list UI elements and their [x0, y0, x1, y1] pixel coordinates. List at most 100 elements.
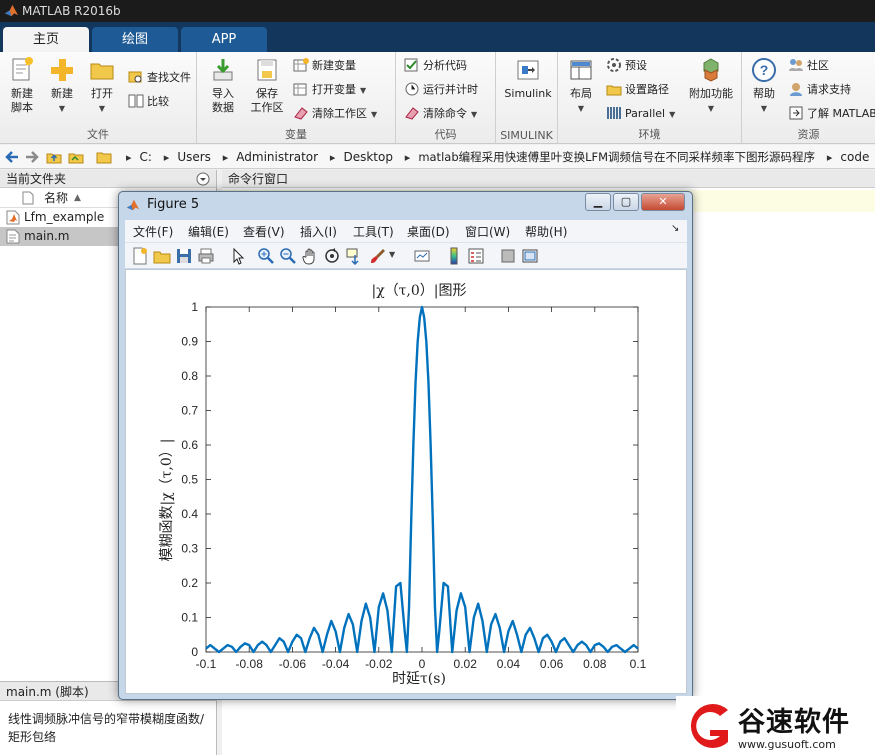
rotate-icon[interactable] — [323, 247, 341, 265]
find-files-button[interactable]: 查找文件 — [128, 68, 191, 88]
y-tick-label: 0.6 — [181, 438, 198, 452]
back-arrow-icon[interactable] — [4, 149, 20, 165]
compare-button[interactable]: 比较 — [128, 92, 169, 112]
y-axis-label: 模糊函数|χ（τ,0）| — [159, 438, 175, 561]
preferences-button[interactable]: 预设 — [606, 56, 647, 76]
tab-apps[interactable]: APP — [181, 27, 267, 52]
new-variable-button[interactable]: 新建变量 — [293, 56, 356, 76]
menu-tools[interactable]: 工具(T) — [353, 223, 394, 240]
x-tick-label: 0.08 — [583, 657, 607, 671]
hide-plot-tools-icon[interactable] — [499, 247, 517, 265]
new-button[interactable]: 新建 ▼ — [44, 56, 80, 116]
breadcrumb-item[interactable]: Administrator — [236, 150, 318, 164]
simulink-button[interactable]: Simulink — [502, 56, 554, 101]
x-tick-label: 0.06 — [540, 657, 564, 671]
current-folder-header: 当前文件夹 — [0, 170, 216, 188]
support-icon — [790, 83, 802, 96]
ribbon-group-resources: ? 帮助 ▼ 社区 请求支持 了解 MATLAB 资源 — [742, 52, 875, 144]
file-name: main.m — [24, 229, 70, 243]
breadcrumb-item[interactable]: C: — [140, 150, 152, 164]
y-tick-label: 0.1 — [181, 611, 198, 625]
close-button[interactable]: ✕ — [641, 193, 685, 211]
community-icon — [789, 59, 803, 71]
clear-commands-icon — [405, 107, 419, 120]
layout-icon — [570, 60, 592, 80]
set-path-button[interactable]: 设置路径 — [606, 80, 669, 100]
tab-plots[interactable]: 绘图 — [92, 27, 178, 52]
help-button[interactable]: ? 帮助 ▼ — [746, 56, 782, 116]
link-plot-icon[interactable] — [413, 247, 431, 265]
analyze-code-button[interactable]: 分析代码 — [404, 56, 467, 76]
menu-insert[interactable]: 插入(I) — [300, 223, 337, 240]
add-ons-icon — [703, 58, 719, 82]
save-workspace-button[interactable]: 保存 工作区 — [247, 56, 287, 115]
brush-icon[interactable] — [369, 247, 387, 265]
brand-logo-icon — [690, 704, 728, 748]
data-cursor-icon[interactable] — [345, 247, 363, 265]
run-and-time-button[interactable]: 运行并计时 — [404, 80, 478, 100]
parallel-icon — [607, 107, 621, 119]
y-tick-label: 0.2 — [181, 576, 198, 590]
zoom-out-icon[interactable] — [279, 247, 297, 265]
save-icon[interactable] — [175, 247, 193, 265]
analyze-code-icon — [404, 58, 418, 72]
menu-file[interactable]: 文件(F) — [133, 223, 173, 240]
browse-folder-icon[interactable] — [68, 149, 84, 165]
show-plot-tools-icon[interactable] — [521, 247, 539, 265]
ribbon-group-code: 分析代码 运行并计时 清除命令 ▼ 代码 — [396, 52, 496, 144]
forward-arrow-icon[interactable] — [24, 149, 40, 165]
new-figure-icon[interactable] — [131, 247, 149, 265]
breadcrumb-item[interactable]: Users — [177, 150, 211, 164]
request-support-button[interactable]: 请求支持 — [788, 80, 851, 100]
zoom-in-icon[interactable] — [257, 247, 275, 265]
panel-menu-icon[interactable] — [196, 172, 210, 186]
menu-desktop[interactable]: 桌面(D) — [407, 223, 450, 240]
save-workspace-icon — [257, 59, 277, 81]
tab-home[interactable]: 主页 — [3, 27, 89, 52]
clear-commands-button[interactable]: 清除命令 ▼ — [404, 104, 477, 124]
ribbon-group-variable: 导入 数据 保存 工作区 新建变量 打开变量 ▼ 清除工作区 ▼ 变量 — [197, 52, 396, 144]
breadcrumb-item[interactable]: Desktop — [343, 150, 393, 164]
up-folder-icon[interactable] — [46, 149, 62, 165]
parallel-button[interactable]: Parallel ▼ — [606, 104, 675, 124]
y-tick-label: 0.3 — [181, 542, 198, 556]
x-tick-label: 0.04 — [497, 657, 521, 671]
x-axis-label: 时延τ(s) — [392, 671, 446, 687]
colorbar-icon[interactable] — [445, 247, 463, 265]
menu-view[interactable]: 查看(V) — [243, 223, 285, 240]
chevron-down-icon[interactable]: ▼ — [389, 250, 395, 259]
breadcrumb-item[interactable]: matlab编程采用快速傅里叶变换LFM调频信号在不同采样频率下图形源码程序 — [418, 150, 815, 164]
help-label: 帮助 — [753, 87, 775, 100]
menu-edit[interactable]: 编辑(E) — [188, 223, 229, 240]
menu-help[interactable]: 帮助(H) — [525, 223, 567, 240]
menu-dock-icon[interactable]: ↘ — [671, 223, 679, 234]
print-icon[interactable] — [197, 247, 215, 265]
layout-button[interactable]: 布局 ▼ — [562, 56, 600, 116]
add-ons-button[interactable]: 附加功能 ▼ — [686, 56, 736, 116]
current-folder-title: 当前文件夹 — [6, 172, 67, 186]
legend-icon[interactable] — [467, 247, 485, 265]
pointer-icon[interactable] — [229, 247, 247, 265]
file-column-icon — [22, 191, 34, 205]
open-variable-button[interactable]: 打开变量 ▼ — [293, 80, 366, 100]
pan-icon[interactable] — [301, 247, 319, 265]
open-file-icon[interactable] — [153, 247, 171, 265]
code-group-label: 代码 — [434, 128, 457, 141]
minimize-button[interactable]: ▁ — [585, 193, 611, 211]
breadcrumb-item[interactable]: code — [840, 150, 869, 164]
new-script-button[interactable]: 新建 脚本 — [4, 56, 40, 115]
details-description: 线性调频脉冲信号的窄带模糊度函数/矩形包络 — [8, 712, 205, 744]
open-variable-icon — [293, 83, 307, 96]
maximize-button[interactable]: ▢ — [613, 193, 639, 211]
learn-matlab-button[interactable]: 了解 MATLAB — [788, 104, 875, 124]
community-button[interactable]: 社区 — [788, 56, 829, 76]
open-button[interactable]: 打开 ▼ — [84, 56, 120, 116]
clear-workspace-button[interactable]: 清除工作区 ▼ — [293, 104, 377, 124]
menu-window[interactable]: 窗口(W) — [465, 223, 510, 240]
layout-label: 布局 — [570, 87, 592, 100]
import-data-button[interactable]: 导入 数据 — [203, 56, 243, 115]
chevron-down-icon: ▼ — [58, 104, 66, 113]
y-tick-label: 0.5 — [181, 473, 198, 487]
plus-icon — [51, 59, 73, 81]
figure-canvas: -0.1 -0.08 -0.06 -0.04 -0.02 0 0.02 0.04 0.06 0.0… — [125, 269, 687, 694]
